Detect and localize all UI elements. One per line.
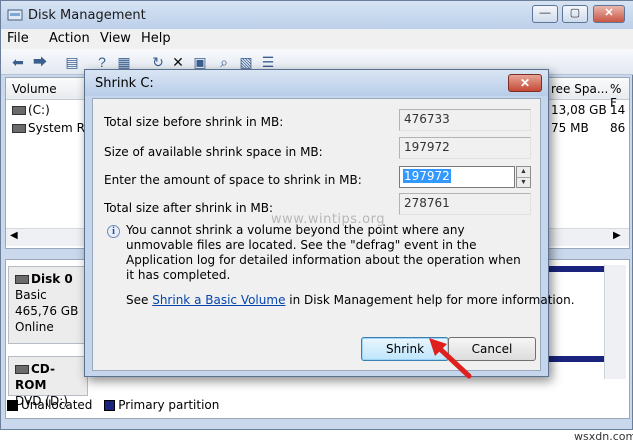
info-icon: i — [107, 225, 120, 238]
menu-view[interactable]: View — [100, 31, 131, 46]
title-bar[interactable]: Disk Management — ▢ ✕ — [1, 1, 633, 29]
scroll-left-icon[interactable]: ◀ — [10, 230, 18, 241]
legend: Unallocated Primary partition — [7, 398, 219, 416]
primary-partition-swatch — [104, 400, 116, 411]
menu-bar: File Action View Help — [1, 29, 633, 49]
back-arrow-icon[interactable]: ⬅ — [9, 53, 27, 71]
dialog-body: Total size before shrink in MB: 476733 S… — [92, 98, 575, 371]
disk-size: 465,76 GB — [15, 304, 79, 318]
total-after-value: 278761 — [399, 193, 531, 215]
dialog-close-button[interactable]: ✕ — [508, 74, 542, 92]
vertical-scrollbar[interactable] — [604, 265, 626, 379]
watermark: www.wintips.org — [271, 212, 386, 227]
available-space-value: 197972 — [399, 137, 531, 159]
spin-down-icon[interactable]: ▼ — [517, 177, 530, 187]
volume-free: 13,08 GB — [551, 103, 607, 117]
red-arrow-icon — [429, 338, 472, 379]
menu-file[interactable]: File — [7, 31, 29, 46]
help-link[interactable]: Shrink a Basic Volume — [152, 293, 285, 307]
drive-icon — [12, 124, 26, 133]
legend-primary-partition: Primary partition — [118, 398, 220, 412]
window-title: Disk Management — [28, 8, 146, 23]
disk-0-label[interactable]: Disk 0 Basic 465,76 GB Online — [8, 266, 88, 344]
disk-status: Online — [15, 320, 54, 334]
volume-name: (C:) — [28, 103, 50, 117]
menu-help[interactable]: Help — [141, 31, 171, 46]
amount-value: 197972 — [403, 169, 451, 183]
volume-free: 75 MB — [551, 121, 589, 135]
unallocated-swatch — [7, 400, 18, 411]
amount-input[interactable]: 197972 — [399, 166, 515, 188]
minimize-button[interactable]: — — [532, 5, 558, 23]
disk-type: Basic — [15, 288, 47, 302]
available-space-label: Size of available shrink space in MB: — [104, 145, 323, 159]
amount-spinner[interactable]: ▲ ▼ — [516, 166, 531, 188]
amount-label: Enter the amount of space to shrink in M… — [104, 173, 362, 187]
volume-percent: 86 — [610, 121, 626, 135]
dialog-title: Shrink C: — [95, 76, 154, 91]
disk-name: Disk 0 — [31, 272, 73, 286]
total-before-label: Total size before shrink in MB: — [104, 115, 284, 129]
menu-action[interactable]: Action — [49, 31, 90, 46]
disk-management-icon — [7, 9, 23, 21]
help-prefix: See — [126, 293, 153, 307]
volume-percent: 14 — [610, 103, 626, 117]
legend-unallocated: Unallocated — [21, 398, 93, 412]
cdrom-icon — [15, 365, 29, 374]
disk-icon — [15, 275, 29, 284]
site-mark: wsxdn.com — [574, 430, 633, 443]
cdrom-label[interactable]: CD-ROM DVD (D:) — [8, 356, 88, 408]
up-level-icon[interactable]: ▤ — [63, 53, 81, 71]
maximize-button[interactable]: ▢ — [562, 5, 588, 23]
spin-up-icon[interactable]: ▲ — [517, 167, 530, 177]
help-suffix: in Disk Management help for more informa… — [285, 293, 575, 307]
help-line: See Shrink a Basic Volume in Disk Manage… — [126, 293, 575, 307]
total-after-label: Total size after shrink in MB: — [104, 201, 274, 215]
forward-arrow-icon[interactable]: ⮕ — [31, 53, 49, 71]
column-volume[interactable]: Volume — [12, 82, 57, 96]
drive-icon — [12, 106, 26, 115]
info-message: You cannot shrink a volume beyond the po… — [126, 223, 521, 282]
column-free-space[interactable]: ree Spa... — [551, 82, 608, 96]
dialog-title-bar[interactable]: Shrink C: ✕ — [85, 70, 548, 96]
close-button[interactable]: ✕ — [593, 5, 625, 23]
total-before-value: 476733 — [399, 109, 531, 131]
scroll-right-icon[interactable]: ▶ — [613, 230, 621, 241]
